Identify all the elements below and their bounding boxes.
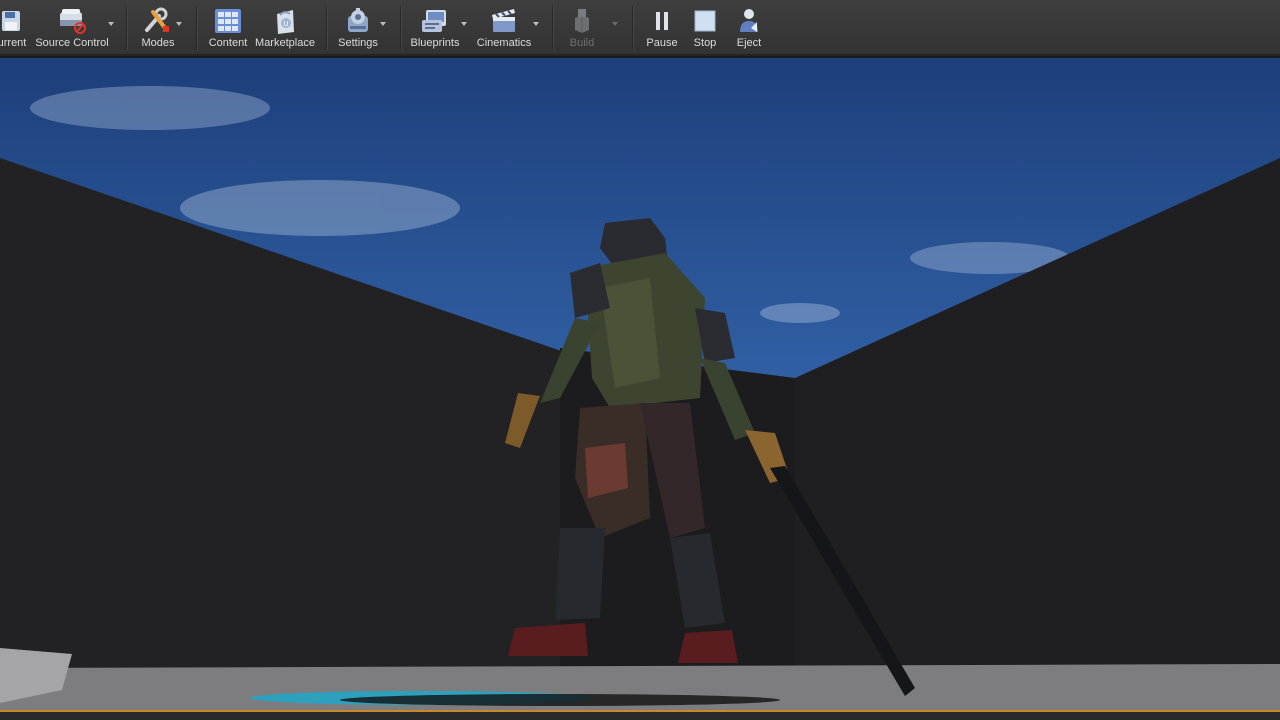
settings-icon [341,6,375,36]
modes-button[interactable]: Modes [138,0,178,56]
toolbar-separator [126,6,127,50]
marketplace-label: Marketplace [255,37,315,49]
settings-button[interactable]: Settings [336,0,380,56]
blueprints-label: Blueprints [410,37,460,49]
source-control-button[interactable]: Source Control [35,0,109,56]
build-label: Build [569,37,595,49]
cinematics-button[interactable]: Cinematics [474,0,534,56]
build-button[interactable]: Build [564,0,600,56]
toolbar-separator [400,6,401,50]
right-wall [795,158,1280,668]
main-toolbar: urrent Source Control Modes Content U Ma… [0,0,1280,56]
blueprints-dropdown[interactable] [461,22,467,26]
toolbar-separator [552,6,553,50]
cinematics-label: Cinematics [476,37,532,49]
toolbar-separator [196,6,197,50]
modes-icon [141,6,175,36]
stop-button[interactable]: Stop [688,0,722,56]
settings-dropdown[interactable] [380,22,386,26]
game-scene [0,86,1280,710]
modes-dropdown[interactable] [176,22,182,26]
blueprints-button[interactable]: Blueprints [410,0,460,56]
svg-text:U: U [284,20,289,28]
eject-button[interactable]: Eject [732,0,766,56]
viewport-bottom-border [0,710,1280,720]
toolbar-separator [632,6,633,50]
modes-label: Modes [141,37,175,49]
marketplace-icon: U [268,6,302,36]
toolbar-separator [326,6,327,50]
content-label: Content [208,37,248,49]
settings-label: Settings [338,37,378,49]
save-current-button[interactable]: urrent [0,0,30,56]
character-shadow [340,694,780,706]
marketplace-button[interactable]: U Marketplace [254,0,316,56]
source-control-label: Source Control [35,37,109,49]
eject-label: Eject [736,37,762,49]
level-viewport[interactable] [0,58,1280,710]
build-dropdown[interactable] [612,22,618,26]
pause-button[interactable]: Pause [644,0,680,56]
stop-icon [688,6,722,36]
content-icon [211,6,245,36]
pause-label: Pause [646,37,678,49]
cinematics-dropdown[interactable] [533,22,539,26]
stop-label: Stop [693,37,717,49]
save-current-label: urrent [0,37,27,49]
save-icon [0,6,29,36]
eject-icon [732,6,766,36]
cinematics-icon [487,6,521,36]
source-control-dropdown[interactable] [108,22,114,26]
content-button[interactable]: Content [206,0,250,56]
build-icon [565,6,599,36]
blueprints-icon [418,6,452,36]
pause-icon [645,6,679,36]
source-control-icon [55,6,89,36]
